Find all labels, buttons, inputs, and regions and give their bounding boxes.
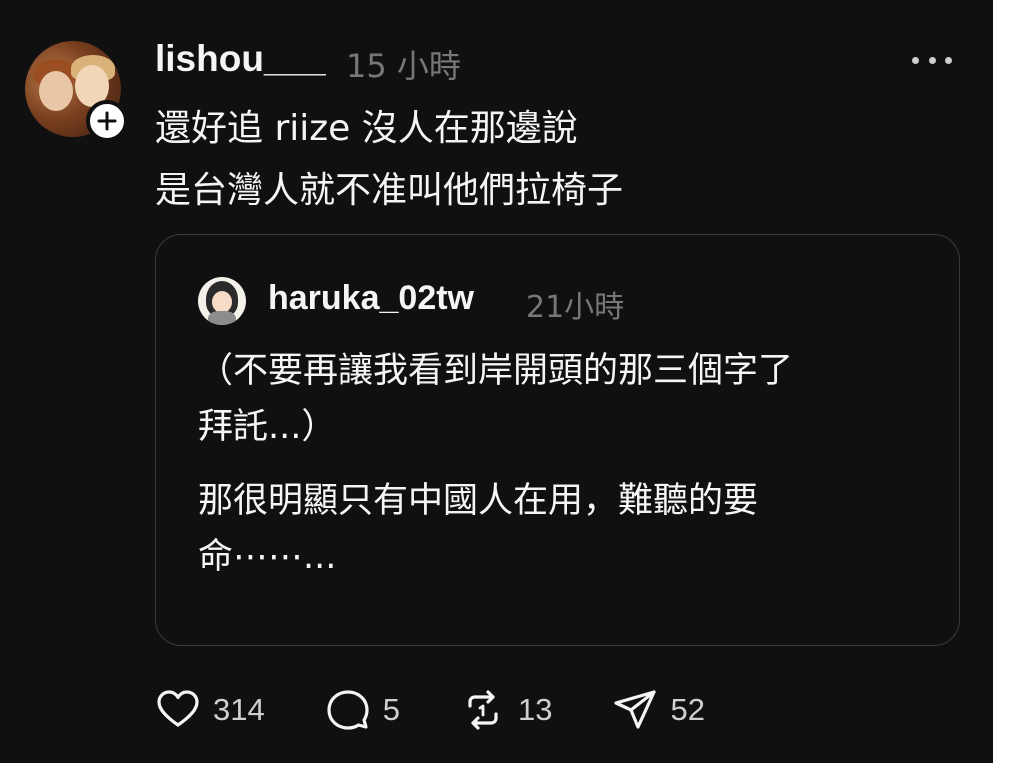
more-dot xyxy=(945,56,952,64)
send-icon xyxy=(614,690,657,729)
reply-count: 5 xyxy=(382,692,400,727)
heart-icon xyxy=(157,690,199,727)
post-line: 是台灣人就不准叫他們拉椅子 xyxy=(155,170,624,211)
quoted-timestamp: 21小時 xyxy=(526,290,625,325)
more-dot xyxy=(928,56,936,64)
quoted-line: 那很明顯只有中國人在用，難聽的要 xyxy=(198,481,759,521)
avatar-body xyxy=(208,311,236,325)
author-username[interactable]: lishou___ xyxy=(155,38,326,80)
quoted-line: （不要再讓我看到岸開頭的那三個字了 xyxy=(198,351,794,391)
quoted-username[interactable]: haruka_02tw xyxy=(268,279,474,318)
quoted-paragraph: （不要再讓我看到岸開頭的那三個字了 拜託...） xyxy=(198,343,918,455)
share-count: 52 xyxy=(670,692,705,727)
avatar-face xyxy=(212,291,232,313)
follow-button[interactable] xyxy=(86,100,128,142)
like-count: 314 xyxy=(213,692,265,727)
quoted-paragraph: 那很明顯只有中國人在用，難聽的要 命⋯⋯... xyxy=(198,473,918,585)
share-button[interactable]: 52 xyxy=(612,687,705,733)
more-icon[interactable] xyxy=(912,52,952,68)
plus-icon xyxy=(97,111,117,131)
quoted-body: （不要再讓我看到岸開頭的那三個字了 拜託...） 那很明顯只有中國人在用，難聽的… xyxy=(198,343,918,603)
reply-button[interactable]: 5 xyxy=(325,687,400,733)
comment-icon xyxy=(327,690,369,730)
post-line: 還好追 riize 沒人在那邊說 xyxy=(155,108,578,149)
quoted-author-avatar[interactable] xyxy=(198,277,246,325)
more-dot xyxy=(912,56,919,64)
post-body: 還好追 riize 沒人在那邊說 是台灣人就不准叫他們拉椅子 xyxy=(155,98,955,222)
repost-icon xyxy=(468,690,498,730)
repost-button[interactable]: 13 xyxy=(460,687,552,733)
action-bar: 314 5 13 52 xyxy=(155,686,765,734)
quoted-line: 命⋯⋯... xyxy=(198,537,337,577)
thread-post: lishou___ 15 小時 還好追 riize 沒人在那邊說 是台灣人就不准… xyxy=(0,0,993,763)
quoted-line: 拜託...） xyxy=(198,407,337,447)
avatar-face-left xyxy=(39,71,73,111)
screen-edge xyxy=(993,0,1023,763)
like-button[interactable]: 314 xyxy=(155,687,265,733)
repost-count: 13 xyxy=(517,692,553,727)
post-timestamp[interactable]: 15 小時 xyxy=(346,41,461,87)
quoted-post[interactable]: haruka_02tw 21小時 （不要再讓我看到岸開頭的那三個字了 拜託...… xyxy=(155,234,960,646)
